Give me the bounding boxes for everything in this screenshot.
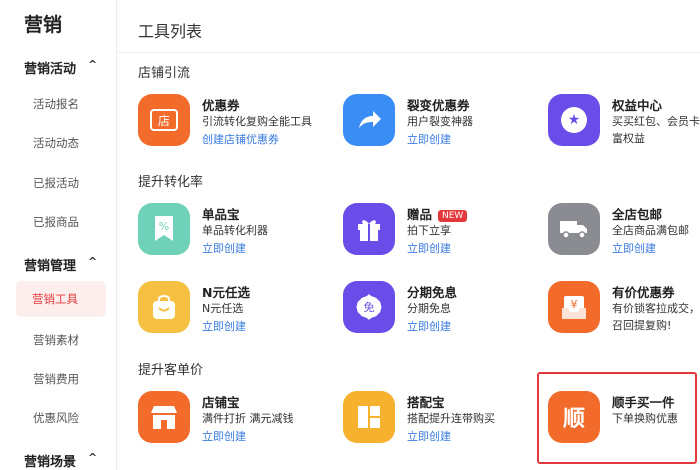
tool-name: 店铺宝 bbox=[202, 395, 240, 410]
sidebar-item-activity-feed[interactable]: 活动动态 bbox=[33, 135, 79, 151]
tool-rights-center[interactable]: ★ 权益中心 买买红包、会员卡 富权益 bbox=[548, 94, 700, 158]
sidebar-item-marketing-costs[interactable]: 营销费用 bbox=[33, 371, 79, 387]
section-title: 营销场景 bbox=[24, 455, 77, 470]
tool-desc: 满件打折 满元减钱 bbox=[202, 412, 294, 425]
tool-fission-coupon[interactable]: 裂变优惠券 用户裂变神器 立即创建 bbox=[343, 94, 533, 158]
page-title: 工具列表 bbox=[138, 22, 203, 41]
tool-shop-treasure[interactable]: 店铺宝 满件打折 满元减钱 立即创建 bbox=[138, 391, 328, 455]
paid-coupon-icon: ¥ bbox=[548, 281, 600, 333]
divider bbox=[117, 52, 700, 53]
tool-installment[interactable]: 免 分期免息 分期免息 立即创建 bbox=[343, 281, 533, 345]
create-now-link[interactable]: 立即创建 bbox=[407, 318, 451, 334]
grid-layout-icon bbox=[343, 391, 395, 443]
sidebar: 营销 营销活动 ^ 活动报名 活动动态 已报活动 已报商品 营销管理 ^ 营销工… bbox=[0, 0, 117, 470]
chevron-up-icon[interactable]: ^ bbox=[88, 58, 97, 71]
bag-icon bbox=[138, 281, 190, 333]
tool-gift[interactable]: 赠品 NEW 拍下立享 立即创建 bbox=[343, 203, 533, 267]
tool-paid-coupon[interactable]: ¥ 有价优惠券 有价锁客拉成交， 召回提复购! bbox=[548, 281, 700, 345]
chevron-up-icon[interactable]: ^ bbox=[88, 255, 97, 268]
sidebar-item-discount-risk[interactable]: 优惠风险 bbox=[33, 410, 79, 426]
create-now-link[interactable]: 立即创建 bbox=[202, 240, 246, 256]
main-content: 工具列表 店铺引流 店 优惠券 引流转化复购全能工具 创建店铺优惠券 裂变优惠券… bbox=[117, 0, 700, 470]
sidebar-item-signed-activities[interactable]: 已报活动 bbox=[33, 175, 79, 191]
tool-desc: 引流转化复购全能工具 bbox=[202, 115, 312, 128]
tool-desc: 拍下立享 bbox=[407, 224, 451, 237]
create-now-link[interactable]: 立即创建 bbox=[202, 428, 246, 444]
tool-desc: 用户裂变神器 bbox=[407, 115, 473, 128]
tool-bundle[interactable]: 搭配宝 搭配提升连带购买 立即创建 bbox=[343, 391, 533, 455]
tool-name: 全店包邮 bbox=[612, 207, 663, 222]
shop-icon bbox=[138, 391, 190, 443]
tool-desc: 有价锁客拉成交， bbox=[612, 302, 700, 315]
coupon-icon: 店 bbox=[138, 94, 190, 146]
tool-name: 搭配宝 bbox=[407, 395, 445, 410]
star-badge-icon: ★ bbox=[548, 94, 600, 146]
group-title-traffic: 店铺引流 bbox=[138, 66, 191, 81]
installment-icon: 免 bbox=[343, 281, 395, 333]
create-now-link[interactable]: 立即创建 bbox=[407, 131, 451, 147]
sidebar-section-marketing-activity[interactable]: 营销活动 ^ bbox=[24, 58, 97, 77]
gift-icon bbox=[343, 203, 395, 255]
tool-desc: 分期免息 bbox=[407, 302, 451, 315]
chevron-up-icon[interactable]: ^ bbox=[88, 451, 97, 464]
group-title-conversion: 提升转化率 bbox=[138, 175, 204, 190]
create-now-link[interactable]: 立即创建 bbox=[612, 240, 656, 256]
tool-name: 有价优惠券 bbox=[612, 285, 675, 300]
create-now-link[interactable]: 立即创建 bbox=[407, 240, 451, 256]
tool-name: 裂变优惠券 bbox=[407, 98, 470, 113]
tool-desc: 买买红包、会员卡 bbox=[612, 115, 700, 128]
sidebar-item-activity-signup[interactable]: 活动报名 bbox=[33, 96, 79, 112]
tool-desc: 全店商品满包邮 bbox=[612, 224, 689, 237]
sidebar-section-marketing-management[interactable]: 营销管理 ^ bbox=[24, 255, 97, 274]
sidebar-section-marketing-scenes[interactable]: 营销场景 ^ bbox=[24, 451, 97, 470]
tool-desc: 搭配提升连带购买 bbox=[407, 412, 495, 425]
svg-text:免: 免 bbox=[364, 300, 375, 314]
tool-name: 权益中心 bbox=[612, 98, 663, 113]
create-now-link[interactable]: 立即创建 bbox=[407, 428, 451, 444]
tool-name: 分期免息 bbox=[407, 285, 458, 300]
section-title: 营销管理 bbox=[24, 259, 77, 274]
tool-free-shipping[interactable]: 全店包邮 全店商品满包邮 立即创建 bbox=[548, 203, 700, 267]
sidebar-item-marketing-materials[interactable]: 营销素材 bbox=[33, 332, 79, 348]
tool-desc: 单品转化利器 bbox=[202, 224, 268, 237]
discount-tag-icon: % bbox=[138, 203, 190, 255]
svg-text:¥: ¥ bbox=[571, 298, 578, 311]
create-coupon-link[interactable]: 创建店铺优惠券 bbox=[202, 131, 279, 147]
truck-icon bbox=[548, 203, 600, 255]
sidebar-item-marketing-tools[interactable]: 营销工具 bbox=[16, 281, 106, 317]
tool-name: 优惠券 bbox=[202, 98, 240, 113]
tool-name: N元任选 bbox=[202, 285, 250, 300]
group-title-order-value: 提升客单价 bbox=[138, 363, 204, 378]
tool-desc: N元任选 bbox=[202, 302, 244, 315]
tool-desc-line2: 富权益 bbox=[612, 132, 645, 145]
sidebar-item-signed-products[interactable]: 已报商品 bbox=[33, 214, 79, 230]
tool-name: 单品宝 bbox=[202, 207, 240, 222]
tool-single-product[interactable]: % 单品宝 单品转化利器 立即创建 bbox=[138, 203, 328, 267]
tool-n-yuan[interactable]: N元任选 N元任选 立即创建 bbox=[138, 281, 328, 345]
svg-text:%: % bbox=[159, 220, 169, 233]
create-now-link[interactable]: 立即创建 bbox=[202, 318, 246, 334]
coupon-glyph: 店 bbox=[158, 114, 170, 128]
sidebar-brand: 营销 bbox=[24, 14, 63, 36]
tool-coupon[interactable]: 店 优惠券 引流转化复购全能工具 创建店铺优惠券 bbox=[138, 94, 328, 158]
highlight-box bbox=[537, 372, 697, 464]
tool-desc-line2: 召回提复购! bbox=[612, 319, 672, 332]
section-title: 营销活动 bbox=[24, 62, 77, 77]
share-arrow-icon bbox=[343, 94, 395, 146]
new-badge: NEW bbox=[438, 210, 468, 222]
tool-name: 赠品 NEW bbox=[407, 204, 468, 223]
